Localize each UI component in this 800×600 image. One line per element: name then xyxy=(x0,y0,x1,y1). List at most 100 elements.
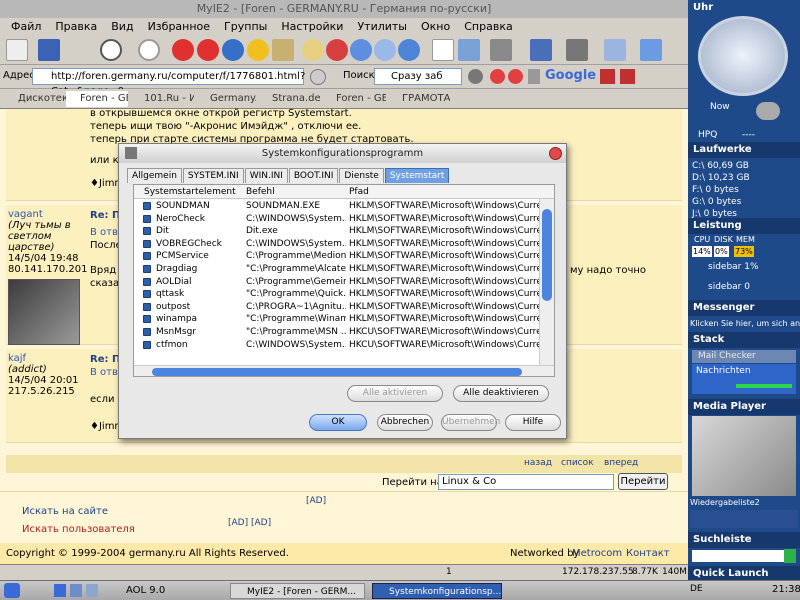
menu-item[interactable]: Окно xyxy=(414,18,457,35)
nav-forward-link[interactable]: вперед xyxy=(604,458,638,468)
startup-row[interactable]: winampa "C:\Programme\Winam...HKLM\SOFTWA… xyxy=(134,313,539,325)
language-indicator[interactable]: DE xyxy=(690,584,703,594)
font-icon[interactable] xyxy=(432,39,454,61)
column-header-path[interactable]: Pfad xyxy=(349,185,369,199)
startup-row[interactable]: NeroCheck C:\WINDOWS\System... HKLM\SOFTWA… xyxy=(134,213,539,225)
ok-button[interactable]: OK xyxy=(309,414,367,431)
fullscreen-icon[interactable] xyxy=(530,39,552,61)
google-button[interactable]: Google xyxy=(545,68,596,83)
web-search-input[interactable]: Сразу заб xyxy=(374,68,462,85)
help-button[interactable]: Hilfe xyxy=(505,414,561,431)
browser-tab[interactable]: 101.Ru - Инте... xyxy=(130,91,194,107)
ad-links[interactable]: [AD] [AD] xyxy=(228,518,271,528)
disable-all-button[interactable]: Alle deaktivieren xyxy=(453,385,549,402)
image-icon[interactable] xyxy=(458,39,480,61)
startup-row[interactable]: ctfmon C:\WINDOWS\System... HKCU\SOFTWARE\… xyxy=(134,339,539,351)
sidebar-search-go-icon[interactable] xyxy=(784,549,796,563)
news-panel[interactable]: Nachrichten xyxy=(692,364,796,394)
ad-link[interactable]: [AD] xyxy=(306,496,326,506)
startup-row[interactable]: qttask "C:\Programme\Quick... HKLM\SOFTWAR… xyxy=(134,288,539,300)
task-button-active[interactable]: Systemkonfigurationsp... xyxy=(372,583,502,599)
contact-link[interactable]: Контакт xyxy=(626,548,670,559)
checkbox-icon[interactable] xyxy=(143,202,151,210)
drive-entry[interactable]: D:\ 10,23 GB xyxy=(692,172,750,184)
hscroll-thumb[interactable] xyxy=(152,368,522,376)
menu-item[interactable]: Избранное xyxy=(141,18,217,35)
nav-back-link[interactable]: назад xyxy=(524,458,552,468)
browser-tab[interactable]: Дискотек... xyxy=(4,91,66,107)
checkbox-icon[interactable] xyxy=(143,277,151,286)
save-icon[interactable] xyxy=(38,39,60,61)
column-header-name[interactable]: Systemstartelement xyxy=(144,185,236,199)
aol-task-button[interactable]: AOL 9.0 xyxy=(110,583,180,599)
messenger-signin-link[interactable]: Klicken Sie hier, um sich anz xyxy=(690,319,800,328)
address-input[interactable]: http://foren.germany.ru/computer/f/17768… xyxy=(32,68,305,97)
checkbox-icon[interactable] xyxy=(143,290,151,299)
scroll-thumb[interactable] xyxy=(542,209,552,301)
dialog-tab[interactable]: SYSTEM.INI xyxy=(182,168,244,183)
toolbar-extra-icon[interactable] xyxy=(600,69,615,84)
monitor-icon[interactable] xyxy=(604,39,626,61)
apply-button[interactable]: Übernehmen xyxy=(441,414,500,431)
forum-select[interactable]: Linux & Co xyxy=(438,474,614,490)
checkbox-icon[interactable] xyxy=(143,315,151,324)
post-username[interactable]: vagant xyxy=(8,209,88,220)
browser-tab[interactable]: Foren - GE... xyxy=(66,91,128,107)
dialog-tab[interactable]: BOOT.INI xyxy=(288,168,339,183)
menu-item[interactable]: Справка xyxy=(457,18,519,35)
startup-row[interactable]: AOLDial C:\Programme\Gemein...HKLM\SOFTWA… xyxy=(134,276,539,288)
post-username[interactable]: kajf xyxy=(8,353,79,364)
startup-row[interactable]: Dragdiag "C:\Programme\Alcate... HKLM\SOFT… xyxy=(134,263,539,275)
horizontal-scrollbar[interactable] xyxy=(134,365,554,376)
column-header-command[interactable]: Befehl xyxy=(246,185,275,199)
drive-entry[interactable]: C:\ 60,69 GB xyxy=(692,160,750,172)
quicklaunch-icon[interactable] xyxy=(54,584,66,597)
drive-entry[interactable]: F:\ 0 bytes xyxy=(692,184,750,196)
links-icon[interactable] xyxy=(398,39,420,61)
checkbox-icon[interactable] xyxy=(143,328,151,336)
home-icon[interactable] xyxy=(272,39,294,61)
mail-checker-button[interactable]: Mail Checker xyxy=(692,350,796,363)
forward-icon[interactable] xyxy=(138,39,160,61)
favorites-icon[interactable] xyxy=(326,39,348,61)
browser-tab[interactable]: Strana.de Ima... xyxy=(258,91,320,107)
new-page-icon[interactable] xyxy=(6,39,28,61)
download-icon[interactable] xyxy=(640,39,662,61)
quicklaunch-icon[interactable] xyxy=(70,584,82,597)
menu-item[interactable]: Настройки xyxy=(274,18,350,35)
menu-item[interactable]: Утилиты xyxy=(350,18,414,35)
startup-row[interactable]: PCMService C:\Programme\Medion... HKLM\SOF… xyxy=(134,250,539,262)
enable-all-button[interactable]: Alle aktivieren xyxy=(347,385,443,402)
browser-tab[interactable]: ГРАМОТА.РУ... xyxy=(388,91,450,107)
group-icon[interactable] xyxy=(374,39,396,61)
lock-icon[interactable] xyxy=(528,69,540,84)
sidebar-search-input[interactable] xyxy=(692,550,784,562)
dialog-tab[interactable]: WIN.INI xyxy=(244,168,288,183)
startup-row[interactable]: MsnMsgr "C:\Programme\MSN ... HKCU\SOFTWAR… xyxy=(134,326,539,338)
toolbar-extra-icon-2[interactable] xyxy=(620,69,635,84)
nav-list-link[interactable]: список xyxy=(561,458,594,468)
window-list-icon[interactable] xyxy=(490,39,512,61)
back-icon[interactable] xyxy=(100,39,122,61)
nuke-icon[interactable] xyxy=(247,39,269,61)
start-icon[interactable] xyxy=(4,583,20,598)
drive-entry[interactable]: G:\ 0 bytes xyxy=(692,196,750,208)
dialog-tab[interactable]: Dienste xyxy=(339,168,384,183)
checkbox-icon[interactable] xyxy=(143,227,151,236)
startup-row[interactable]: VOBREGCheck C:\WINDOWS\System... HKLM\SOFT… xyxy=(134,238,539,250)
checkbox-icon[interactable] xyxy=(143,214,151,223)
dialog-tab[interactable]: Systemstart xyxy=(384,168,450,183)
highlight-icon[interactable] xyxy=(490,69,505,84)
menu-item[interactable]: Вид xyxy=(104,18,140,35)
refresh-all-icon[interactable] xyxy=(222,39,244,61)
browser-tab[interactable]: Germany.ru xyxy=(196,91,256,107)
go-icon[interactable] xyxy=(310,69,326,85)
clear-icon[interactable] xyxy=(508,69,523,84)
apple-icon[interactable] xyxy=(566,39,588,61)
checkbox-icon[interactable] xyxy=(143,340,151,349)
checkbox-icon[interactable] xyxy=(143,252,151,261)
metrocom-link[interactable]: Metrocom xyxy=(572,548,622,559)
startup-row[interactable]: outpost C:\PROGRA~1\Agnitu... HKLM\SOFTWAR… xyxy=(134,301,539,313)
menu-item[interactable]: Файл xyxy=(4,18,48,35)
startup-row[interactable]: SOUNDMAN SOUNDMAN.EXE HKLM\SOFTWARE\Micros… xyxy=(134,200,539,212)
